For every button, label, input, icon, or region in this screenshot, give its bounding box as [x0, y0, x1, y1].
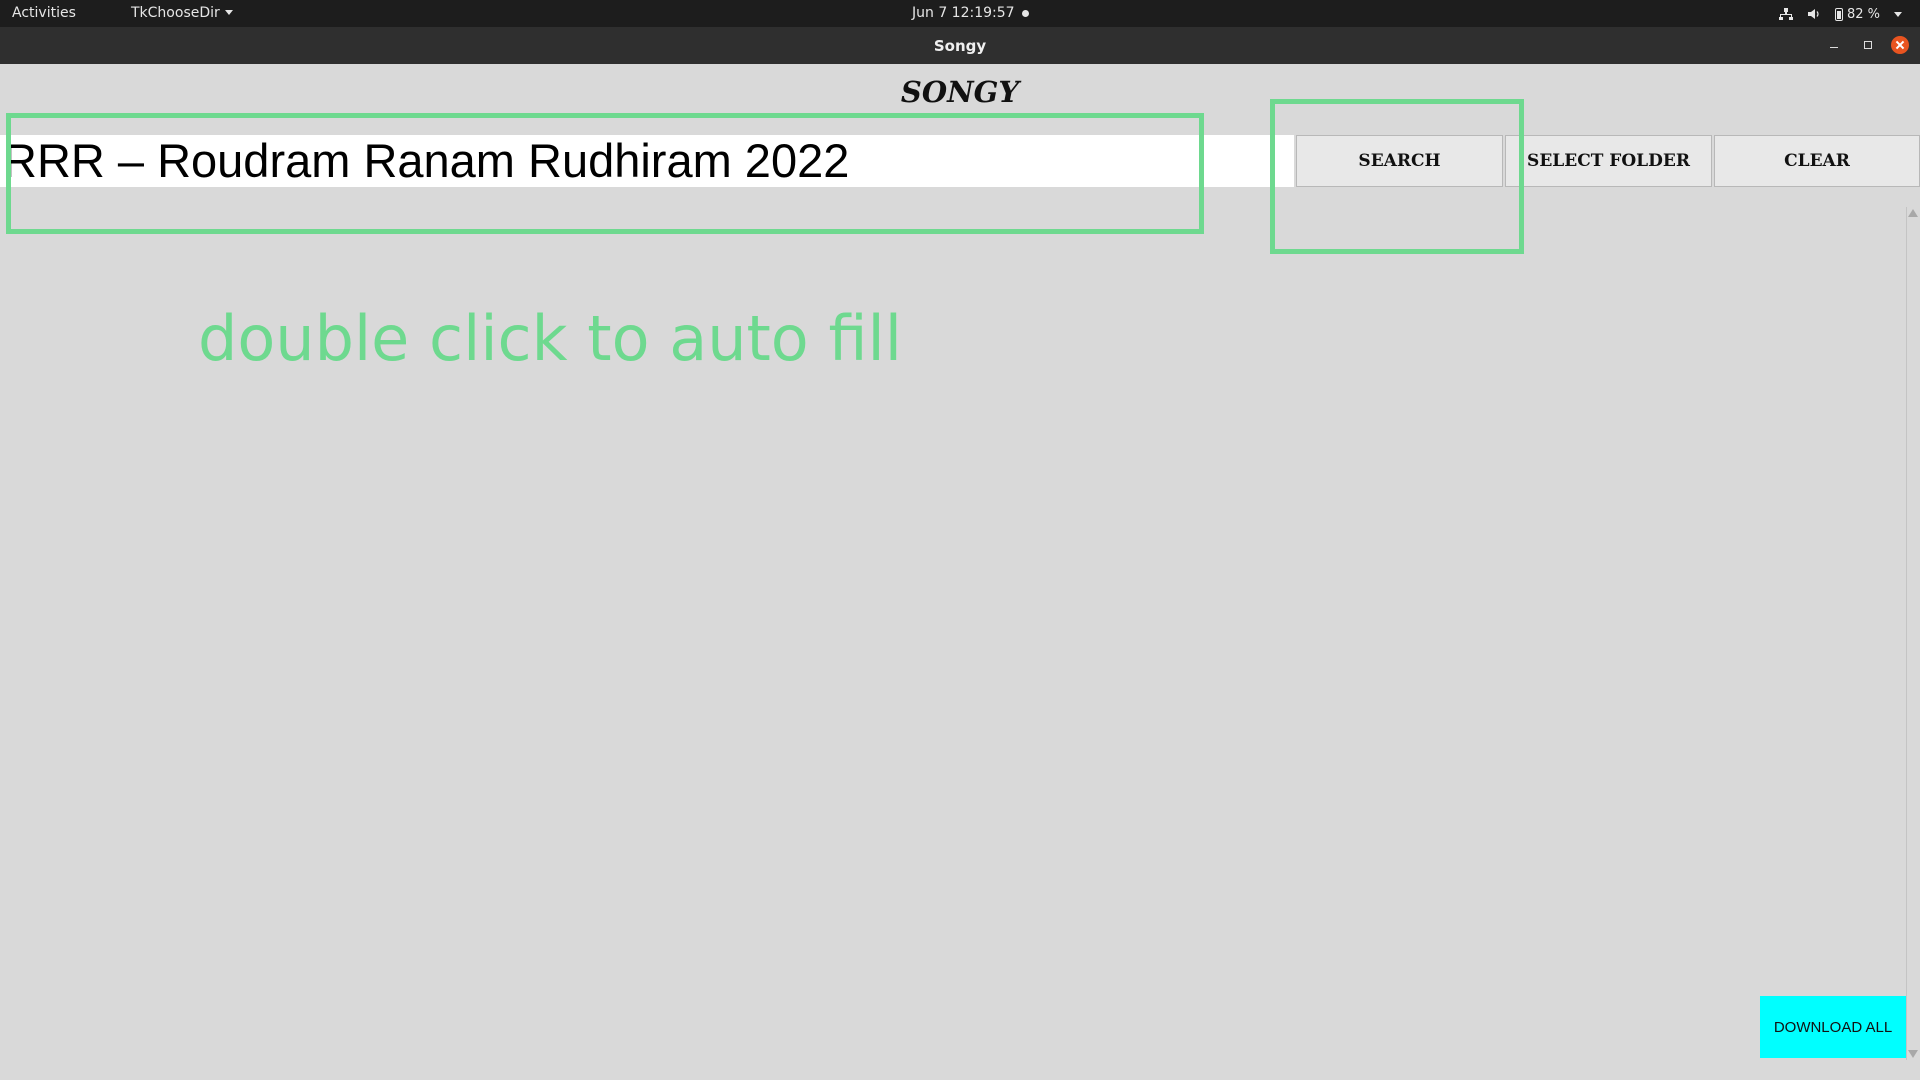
scroll-down-arrow-icon[interactable] — [1908, 1050, 1918, 1058]
notification-dot-icon — [1022, 10, 1029, 17]
activities-button[interactable]: Activities — [12, 5, 76, 21]
battery-icon — [1834, 7, 1843, 21]
scroll-up-arrow-icon[interactable] — [1908, 209, 1918, 217]
maximize-icon[interactable] — [1858, 36, 1876, 54]
network-icon — [1778, 8, 1793, 20]
select-folder-button[interactable]: SELECT FOLDER — [1505, 135, 1712, 187]
results-scrollbar[interactable] — [1906, 207, 1919, 1060]
annotation-hint: double click to auto fill — [198, 302, 902, 375]
volume-icon — [1807, 8, 1821, 20]
battery-indicator: 82 % — [1834, 6, 1880, 22]
clear-button[interactable]: CLEAR — [1714, 135, 1920, 187]
download-all-button[interactable]: DOWNLOAD ALL — [1760, 996, 1906, 1058]
app-heading: SONGY — [900, 75, 1020, 109]
app-menu[interactable]: TkChooseDir — [131, 5, 233, 21]
battery-percentage: 82 % — [1846, 6, 1880, 22]
clock[interactable]: Jun 7 12:19:57 — [912, 5, 1015, 21]
chevron-down-icon — [1894, 11, 1902, 17]
search-button[interactable]: SEARCH — [1296, 135, 1503, 187]
close-icon[interactable] — [1891, 36, 1909, 54]
minimize-icon[interactable] — [1825, 36, 1843, 54]
window-title-bar[interactable]: Songy — [0, 27, 1920, 64]
search-input[interactable] — [0, 135, 1294, 187]
window-title: Songy — [933, 37, 987, 55]
system-tray[interactable]: 82 % — [1778, 4, 1902, 24]
system-top-bar: Activities TkChooseDir Jun 7 12:19:57 82… — [0, 0, 1920, 27]
chevron-down-icon — [224, 10, 233, 15]
app-menu-label: TkChooseDir — [131, 5, 220, 21]
